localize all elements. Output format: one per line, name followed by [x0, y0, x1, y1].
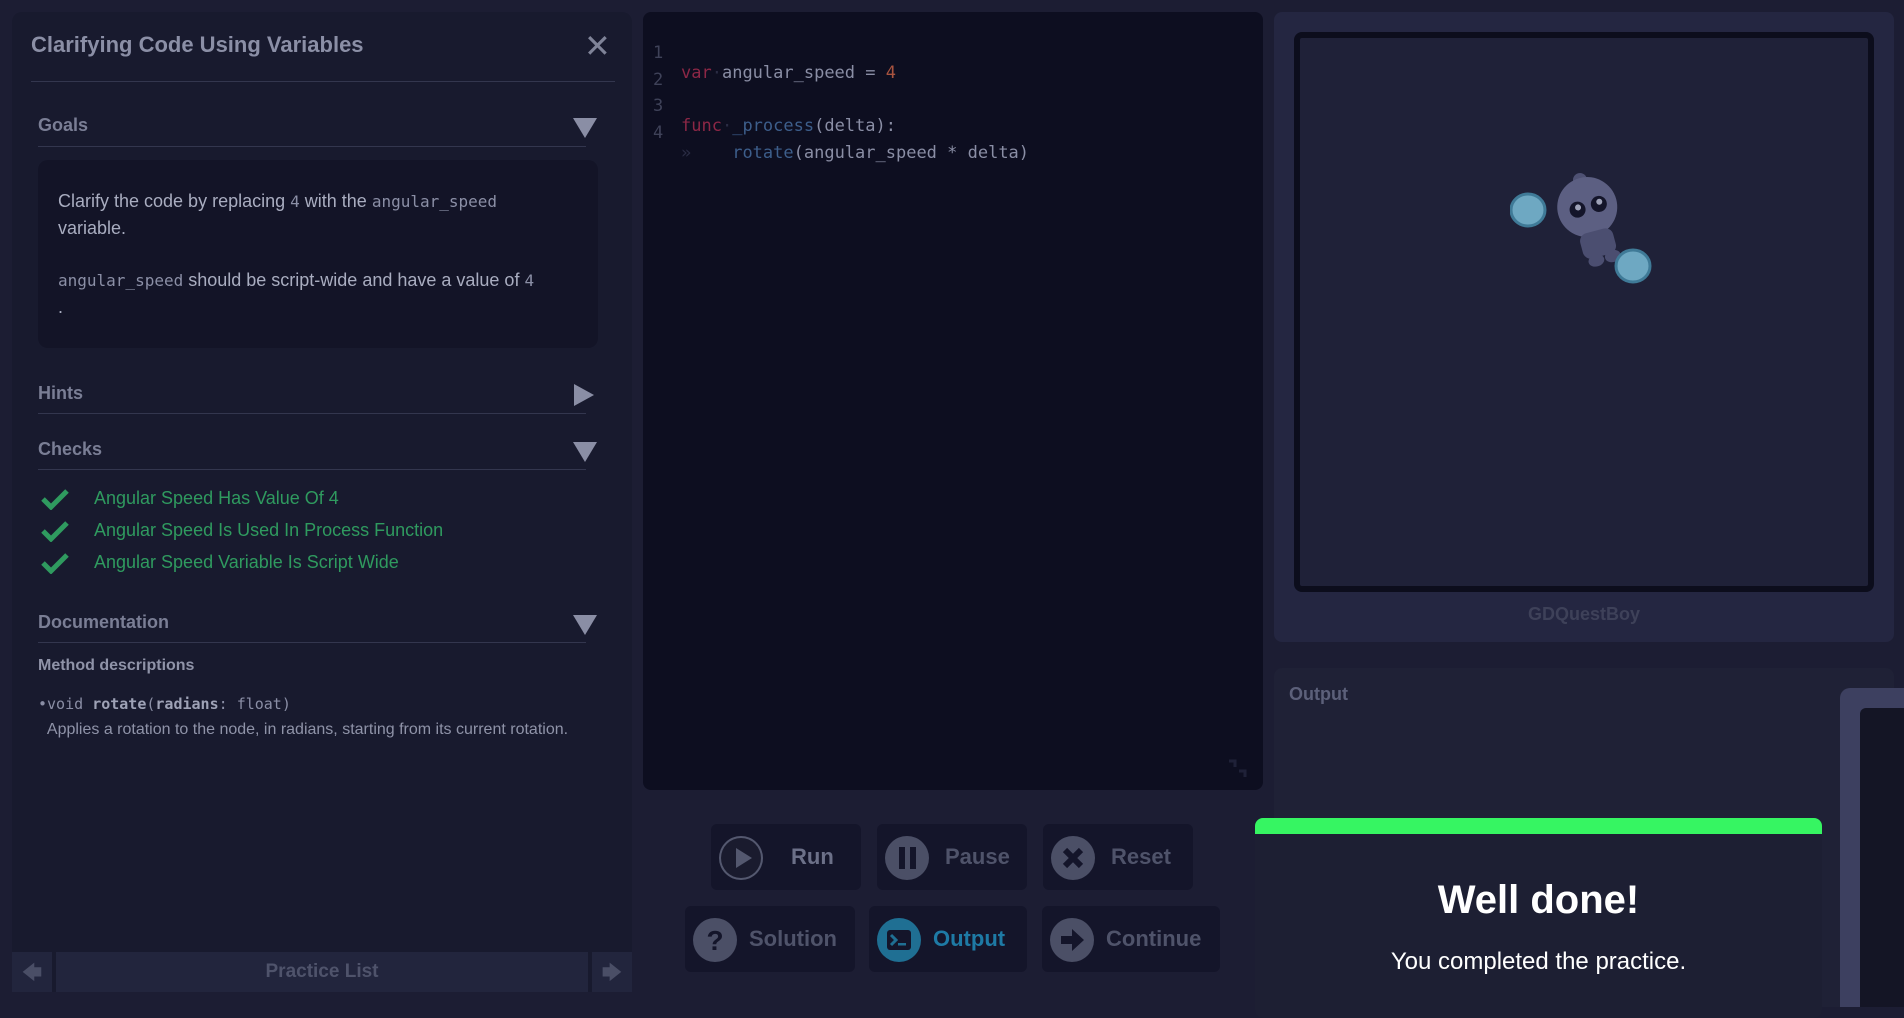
line-number: 4	[653, 123, 664, 143]
return-type: void	[47, 695, 93, 713]
goals-collapse-icon[interactable]	[573, 118, 597, 138]
solution-button[interactable]: ? Solution	[685, 906, 855, 972]
method-signature: •void rotate(radians: float)	[38, 695, 291, 713]
next-arrow-icon[interactable]: 🡆	[592, 952, 632, 992]
scene-name: GDQuestBoy	[1527, 604, 1641, 624]
hints-heading[interactable]: Hints	[38, 383, 83, 404]
output-label: Output	[933, 926, 1006, 951]
bullet: •	[38, 695, 48, 713]
goal-code-number: 4	[290, 192, 300, 211]
method-name: rotate	[92, 695, 147, 713]
hints-expand-icon[interactable]	[574, 384, 594, 406]
number-literal: 4	[885, 63, 896, 83]
goal-text: with the	[299, 191, 372, 211]
reset-label: Reset	[1111, 844, 1171, 869]
success-bar	[1255, 818, 1822, 834]
param-colon: :	[218, 695, 237, 713]
continue-label: Continue	[1106, 926, 1202, 951]
close-icon[interactable]: ✕	[584, 30, 611, 62]
side-panel-inner	[1860, 708, 1904, 1007]
tab-marker: »	[681, 143, 692, 163]
function-params: (delta):	[814, 116, 896, 136]
goal-requirement: angular_speed should be script-wide and …	[58, 267, 588, 321]
checkmark-icon	[41, 521, 69, 542]
goals-box: Clarify the code by replacing 4 with the…	[38, 160, 598, 348]
practice-panel: Clarifying Code Using Variables ✕ Goals …	[12, 12, 632, 992]
documentation-heading[interactable]: Documentation	[38, 612, 169, 633]
arrow-right-icon	[1050, 918, 1094, 962]
checks-collapse-icon[interactable]	[573, 442, 597, 462]
param-type: float	[236, 695, 282, 713]
goal-text: .	[58, 297, 64, 317]
popup-subtitle: You completed the practice.	[1390, 948, 1687, 975]
terminal-icon	[877, 918, 921, 962]
pause-label: Pause	[945, 844, 1010, 869]
code-line-2[interactable]: 2	[643, 50, 684, 90]
goal-instruction: Clarify the code by replacing 4 with the…	[58, 188, 588, 242]
completion-popup: Well done! You completed the practice.	[1255, 818, 1822, 1018]
keyword-var: var	[681, 63, 712, 83]
check-label: Angular Speed Variable Is Script Wide	[94, 552, 399, 572]
documentation-collapse-icon[interactable]	[573, 615, 597, 635]
goal-text: should be script-wide and have a value o…	[183, 270, 525, 290]
svg-text:?: ?	[706, 925, 723, 956]
resize-grip-icon[interactable]	[1225, 757, 1249, 781]
method-description: Applies a rotation to the node, in radia…	[38, 718, 578, 742]
code-editor[interactable]: 1 var·angular_speed = 4 2 3 func·_proces…	[643, 12, 1263, 790]
method-description-text: Applies a rotation to the node, in radia…	[46, 721, 569, 738]
method-descriptions-heading: Method descriptions	[38, 657, 195, 674]
pause-button[interactable]: Pause	[877, 824, 1027, 890]
goals-heading[interactable]: Goals	[38, 115, 88, 136]
check-label: Angular Speed Is Used In Process Functio…	[94, 520, 444, 540]
goal-text: variable.	[58, 218, 127, 238]
previous-arrow-icon[interactable]: 🡄	[12, 952, 52, 992]
param-name: radians	[155, 695, 219, 713]
variable-name: angular_speed	[721, 63, 856, 83]
continue-button[interactable]: Continue	[1042, 906, 1220, 972]
whitespace-marker: ·	[721, 116, 733, 136]
call-args: (angular_speed * delta)	[793, 143, 1030, 163]
reset-button[interactable]: Reset	[1043, 824, 1193, 890]
game-viewport-panel: GDQuestBoy	[1274, 12, 1894, 642]
keyword-func: func	[681, 116, 722, 136]
code-line-4[interactable]: 4 » rotate(angular_speed * delta)	[643, 103, 1029, 163]
paren-close: )	[281, 695, 291, 713]
code-line-3[interactable]: 3 func·_process(delta):	[643, 76, 896, 136]
solution-label: Solution	[749, 926, 837, 951]
function-call: rotate	[732, 143, 794, 163]
documentation-divider	[38, 642, 586, 643]
run-label: Run	[791, 844, 834, 869]
practice-list-bar: 🡄 Practice List 🡆	[12, 952, 632, 992]
reset-icon	[1051, 836, 1095, 880]
checkmark-icon	[41, 489, 69, 510]
practice-list-button[interactable]: Practice List	[56, 952, 588, 992]
hints-divider	[38, 413, 586, 414]
title-divider	[31, 81, 615, 82]
goal-code-variable: angular_speed	[58, 271, 184, 290]
side-panel-edge	[1840, 688, 1904, 1007]
function-name: _process	[732, 116, 815, 136]
output-heading: Output	[1289, 684, 1348, 704]
goal-text: Clarify the code by replacing	[58, 191, 291, 211]
game-viewport[interactable]	[1294, 32, 1874, 592]
goals-divider	[38, 146, 586, 147]
code-line-1[interactable]: 1 var·angular_speed = 4	[643, 23, 896, 83]
assign-operator: =	[855, 63, 886, 83]
goal-code-number: 4	[524, 271, 535, 290]
play-icon	[719, 836, 763, 880]
checks-divider	[38, 469, 586, 470]
question-icon: ?	[693, 918, 737, 962]
run-button[interactable]: Run	[711, 824, 861, 890]
pause-icon	[885, 836, 929, 880]
check-label: Angular Speed Has Value Of 4	[94, 488, 339, 508]
robot-character-icon	[1510, 173, 1652, 284]
practice-title: Clarifying Code Using Variables	[31, 32, 364, 57]
popup-title: Well done!	[1437, 878, 1640, 922]
checkmark-icon	[41, 553, 69, 574]
output-button[interactable]: Output	[869, 906, 1027, 972]
checks-heading[interactable]: Checks	[38, 439, 102, 460]
whitespace-marker: ·	[711, 63, 722, 83]
goal-code-variable: angular_speed	[371, 192, 498, 211]
